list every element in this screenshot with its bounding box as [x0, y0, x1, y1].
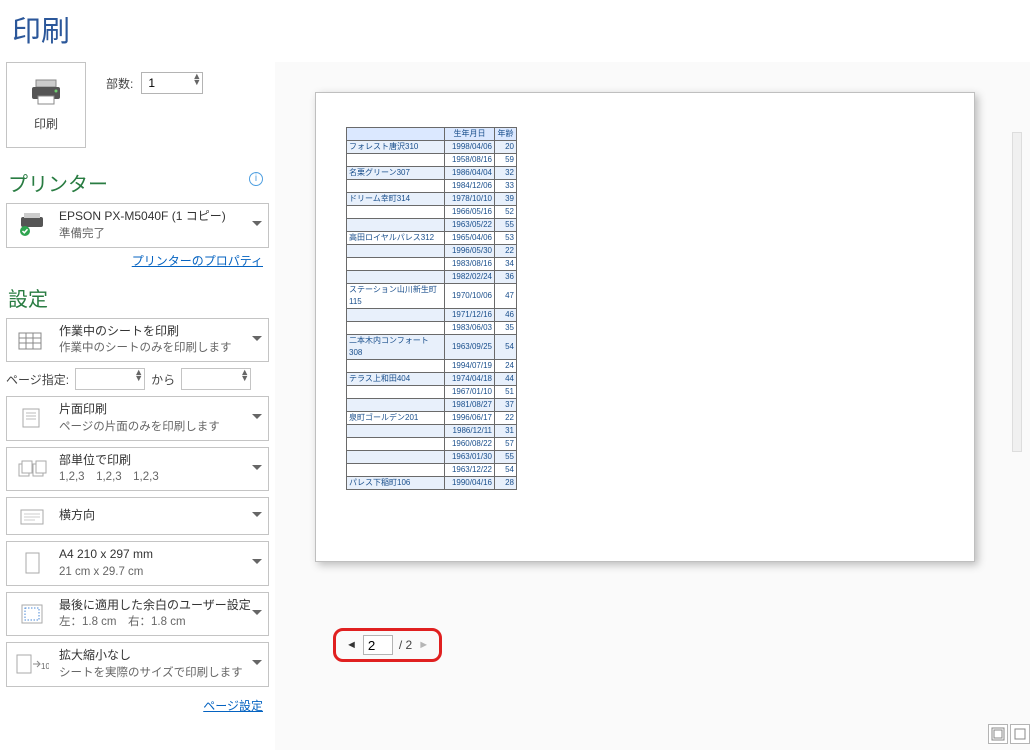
page-to-spinner[interactable]: ▲▼: [181, 368, 251, 390]
zoom-button[interactable]: [1010, 724, 1030, 744]
page-setup-link[interactable]: ページ設定: [203, 699, 263, 713]
chevron-down-icon: [252, 336, 262, 341]
page-to-label: から: [151, 371, 175, 388]
preview-table: 生年月日年齢フォレスト唐沢3101998/04/06201958/08/1659…: [346, 127, 517, 490]
page-total: / 2: [399, 638, 412, 652]
printer-status: 準備完了: [59, 227, 226, 242]
collate-dropdown[interactable]: 部単位で印刷 1,2,3 1,2,3 1,2,3: [6, 447, 269, 492]
printer-properties-link[interactable]: プリンターのプロパティ: [132, 254, 263, 268]
printer-ready-icon: [15, 213, 49, 237]
orientation-dropdown[interactable]: 横方向: [6, 497, 269, 535]
chevron-down-icon: [252, 559, 262, 564]
chevron-down-icon: [252, 221, 262, 226]
chevron-down-icon: [252, 512, 262, 517]
svg-text:100: 100: [41, 662, 49, 671]
preview-area: 生年月日年齢フォレスト唐沢3101998/04/06201958/08/1659…: [275, 62, 1030, 750]
printer-dropdown[interactable]: EPSON PX-M5040F (1 コピー) 準備完了: [6, 203, 269, 248]
page-navigation: ◄ / 2 ►: [315, 628, 1012, 662]
printer-icon: [30, 78, 62, 109]
print-what-dropdown[interactable]: 作業中のシートを印刷 作業中のシートのみを印刷します: [6, 318, 269, 363]
prev-page-button[interactable]: ◄: [346, 639, 357, 651]
next-page-button: ►: [418, 639, 429, 651]
print-button[interactable]: 印刷: [6, 62, 86, 148]
chevron-down-icon: [252, 465, 262, 470]
copies-spinner[interactable]: ▲▼: [141, 72, 203, 94]
margins-icon: [15, 603, 49, 625]
page-title: 印刷: [0, 0, 1030, 62]
orientation-icon: [15, 505, 49, 527]
current-page-input[interactable]: [363, 635, 393, 655]
chevron-down-icon: [252, 660, 262, 665]
info-icon[interactable]: i: [249, 172, 263, 186]
vertical-scrollbar[interactable]: [1012, 132, 1022, 452]
settings-section-heading: 設定: [8, 283, 269, 312]
printer-section-heading: プリンター i: [8, 168, 269, 197]
spinner-arrows[interactable]: ▲▼: [192, 73, 201, 85]
scale-icon: 100: [15, 653, 49, 675]
show-margins-button[interactable]: [988, 724, 1008, 744]
copies-label: 部数:: [106, 75, 133, 92]
margins-dropdown[interactable]: 最後に適用した余白のユーザー設定 左：1.8 cm 右：1.8 cm: [6, 592, 269, 637]
print-button-label: 印刷: [34, 115, 58, 132]
page-nav-highlight: ◄ / 2 ►: [333, 628, 442, 662]
paper-icon: [15, 551, 49, 575]
page-side-icon: [15, 407, 49, 429]
left-panel: 印刷 部数: ▲▼ プリンター i EPSO: [0, 62, 275, 750]
page-from-spinner[interactable]: ▲▼: [75, 368, 145, 390]
preview-page: 生年月日年齢フォレスト唐沢3101998/04/06201958/08/1659…: [315, 92, 975, 562]
chevron-down-icon: [252, 610, 262, 615]
printer-name: EPSON PX-M5040F (1 コピー): [59, 209, 226, 225]
chevron-down-icon: [252, 414, 262, 419]
page-range-row: ページ指定: ▲▼ から ▲▼: [6, 368, 269, 390]
page-range-label: ページ指定:: [6, 371, 69, 388]
sheet-icon: [15, 329, 49, 351]
collate-icon: [15, 458, 49, 480]
sides-dropdown[interactable]: 片面印刷 ページの片面のみを印刷します: [6, 396, 269, 441]
paper-dropdown[interactable]: A4 210 x 297 mm 21 cm x 29.7 cm: [6, 541, 269, 586]
scale-dropdown[interactable]: 100 拡大縮小なし シートを実際のサイズで印刷します: [6, 642, 269, 687]
